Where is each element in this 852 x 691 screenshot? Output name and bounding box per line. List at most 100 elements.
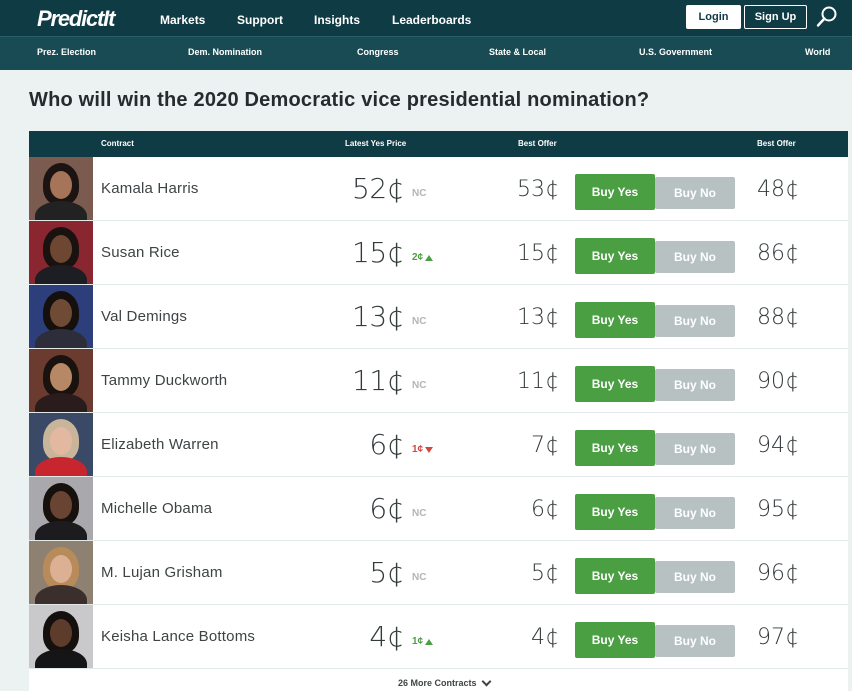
contract-photo[interactable]	[29, 285, 93, 348]
nav-support[interactable]: Support	[237, 13, 283, 27]
price-change-value: NC	[412, 572, 427, 583]
photo-face	[50, 619, 72, 647]
buy-yes-button[interactable]: Buy Yes	[575, 622, 655, 658]
header-best-offer-yes: Best Offer	[518, 139, 557, 148]
category-subnav: Prez. Election Dem. Nomination Congress …	[0, 36, 852, 70]
subnav-congress[interactable]: Congress	[357, 47, 399, 57]
nav-markets[interactable]: Markets	[160, 13, 205, 27]
best-offer-yes: 15¢	[517, 241, 559, 266]
contract-photo[interactable]	[29, 541, 93, 604]
contract-photo[interactable]	[29, 157, 93, 220]
buy-yes-button[interactable]: Buy Yes	[575, 430, 655, 466]
latest-yes-price: 52¢	[352, 172, 404, 205]
contract-name[interactable]: Keisha Lance Bottoms	[101, 628, 255, 645]
latest-yes-price: 5¢	[369, 556, 404, 589]
best-offer-no: 95¢	[757, 497, 799, 522]
contract-name[interactable]: Tammy Duckworth	[101, 372, 227, 389]
best-offer-yes: 5¢	[531, 561, 559, 586]
login-button[interactable]: Login	[686, 5, 741, 29]
photo-face	[50, 363, 72, 391]
subnav-dem-nomination[interactable]: Dem. Nomination	[188, 47, 262, 57]
price-change-value: 2¢	[412, 252, 424, 263]
buy-yes-button[interactable]: Buy Yes	[575, 558, 655, 594]
buy-yes-button[interactable]: Buy Yes	[575, 494, 655, 530]
best-offer-no: 88¢	[757, 305, 799, 330]
contract-name[interactable]: Val Demings	[101, 308, 187, 325]
price-change: 1¢	[412, 636, 434, 647]
photo-face	[50, 235, 72, 263]
latest-yes-price: 4¢	[369, 620, 404, 653]
photo-face	[50, 427, 72, 455]
predictit-logo[interactable]: PredictIt	[37, 6, 115, 32]
more-contracts-label: 26 More Contracts	[398, 678, 477, 688]
subnav-world[interactable]: World	[805, 47, 830, 57]
subnav-state-local[interactable]: State & Local	[489, 47, 546, 57]
contract-photo[interactable]	[29, 221, 93, 284]
page-title: Who will win the 2020 Democratic vice pr…	[29, 89, 650, 111]
contract-name[interactable]: M. Lujan Grisham	[101, 564, 223, 581]
buy-no-button[interactable]: Buy No	[655, 433, 735, 465]
buy-no-button[interactable]: Buy No	[655, 177, 735, 209]
table-row: M. Lujan Grisham 5¢ NC 5¢ Buy Yes Buy No…	[29, 541, 848, 605]
contract-name[interactable]: Michelle Obama	[101, 500, 212, 517]
signup-button[interactable]: Sign Up	[744, 5, 807, 29]
search-icon[interactable]	[816, 6, 838, 28]
contract-photo[interactable]	[29, 349, 93, 412]
price-change-value: NC	[412, 508, 427, 519]
price-change-value: NC	[412, 188, 427, 199]
best-offer-yes: 4¢	[531, 625, 559, 650]
price-change: NC	[412, 572, 426, 583]
buy-no-button[interactable]: Buy No	[655, 625, 735, 657]
best-offer-yes: 11¢	[517, 369, 559, 394]
latest-yes-price: 11¢	[352, 364, 404, 397]
buy-yes-button[interactable]: Buy Yes	[575, 174, 655, 210]
table-row: Kamala Harris 52¢ NC 53¢ Buy Yes Buy No …	[29, 157, 848, 221]
contract-photo[interactable]	[29, 605, 93, 668]
buy-no-button[interactable]: Buy No	[655, 305, 735, 337]
best-offer-yes: 6¢	[531, 497, 559, 522]
more-contracts-link[interactable]: 26 More Contracts	[398, 676, 491, 688]
price-change: NC	[412, 508, 426, 519]
buy-no-button[interactable]: Buy No	[655, 241, 735, 273]
price-change: 1¢	[412, 444, 434, 455]
chevron-down-icon	[481, 676, 491, 686]
latest-yes-price: 15¢	[352, 236, 404, 269]
price-change: NC	[412, 316, 426, 327]
arrow-up-icon	[425, 638, 434, 645]
latest-yes-price: 6¢	[369, 428, 404, 461]
table-header: Contract Latest Yes Price Best Offer Bes…	[29, 131, 848, 157]
best-offer-yes: 13¢	[517, 305, 559, 330]
buy-no-button[interactable]: Buy No	[655, 497, 735, 529]
buy-no-button[interactable]: Buy No	[655, 369, 735, 401]
subnav-us-government[interactable]: U.S. Government	[639, 47, 712, 57]
top-header: PredictIt Markets Support Insights Leade…	[0, 0, 852, 36]
contract-name[interactable]: Susan Rice	[101, 244, 180, 261]
best-offer-no: 48¢	[757, 177, 799, 202]
price-change-value: NC	[412, 316, 427, 327]
buy-yes-button[interactable]: Buy Yes	[575, 238, 655, 274]
buy-yes-button[interactable]: Buy Yes	[575, 302, 655, 338]
nav-leaderboards[interactable]: Leaderboards	[392, 13, 471, 27]
header-contract: Contract	[101, 139, 134, 148]
buy-yes-button[interactable]: Buy Yes	[575, 366, 655, 402]
best-offer-yes: 53¢	[517, 177, 559, 202]
table-row: Susan Rice 15¢ 2¢ 15¢ Buy Yes Buy No 86¢	[29, 221, 848, 285]
contract-name[interactable]: Kamala Harris	[101, 180, 199, 197]
table-row: Elizabeth Warren 6¢ 1¢ 7¢ Buy Yes Buy No…	[29, 413, 848, 477]
header-latest-yes-price: Latest Yes Price	[345, 139, 407, 148]
table-row: Val Demings 13¢ NC 13¢ Buy Yes Buy No 88…	[29, 285, 848, 349]
contract-photo[interactable]	[29, 413, 93, 476]
contract-name[interactable]: Elizabeth Warren	[101, 436, 219, 453]
buy-no-button[interactable]: Buy No	[655, 561, 735, 593]
photo-face	[50, 491, 72, 519]
best-offer-yes: 7¢	[531, 433, 559, 458]
contracts-table: Kamala Harris 52¢ NC 53¢ Buy Yes Buy No …	[29, 157, 848, 669]
best-offer-no: 90¢	[757, 369, 799, 394]
table-row: Keisha Lance Bottoms 4¢ 1¢ 4¢ Buy Yes Bu…	[29, 605, 848, 669]
best-offer-no: 94¢	[757, 433, 799, 458]
table-row: Michelle Obama 6¢ NC 6¢ Buy Yes Buy No 9…	[29, 477, 848, 541]
subnav-prez-election[interactable]: Prez. Election	[37, 47, 96, 57]
nav-insights[interactable]: Insights	[314, 13, 360, 27]
arrow-down-icon	[425, 446, 434, 453]
contract-photo[interactable]	[29, 477, 93, 540]
